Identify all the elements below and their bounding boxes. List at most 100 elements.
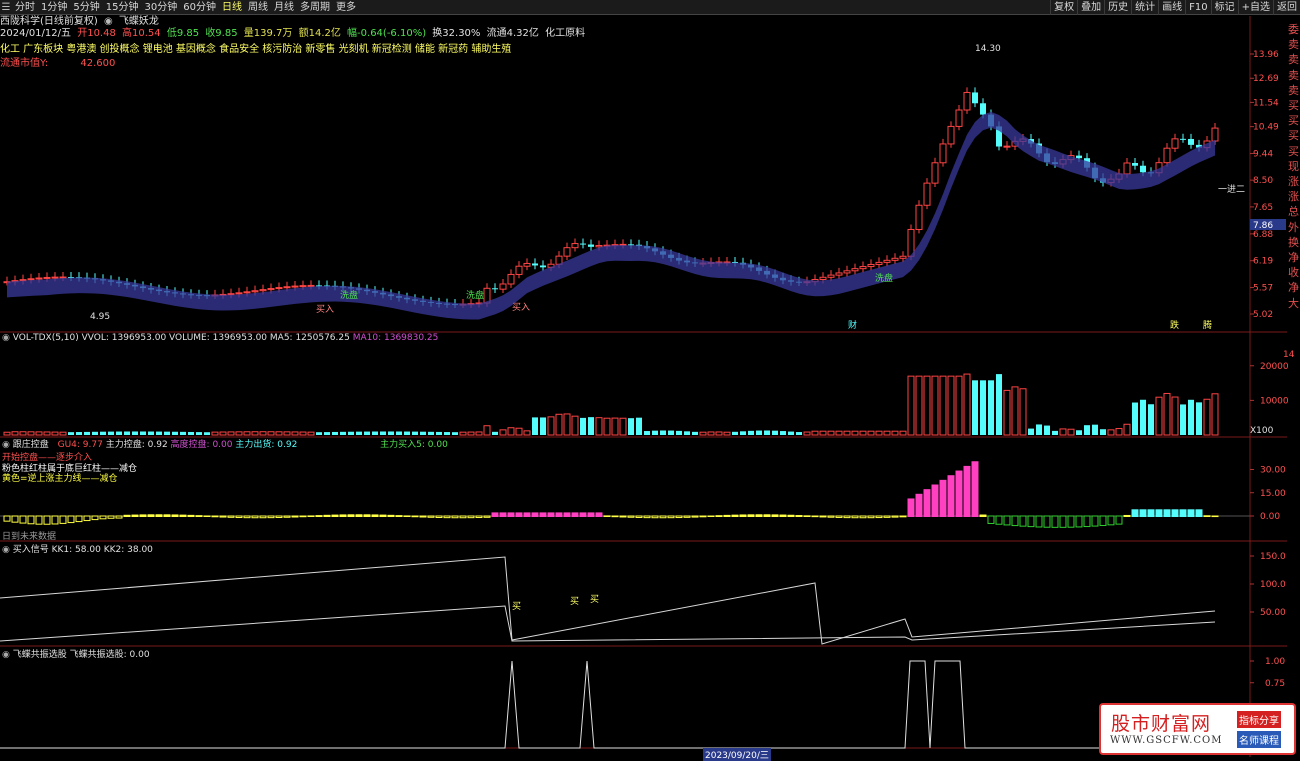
ctrl-bar <box>827 515 835 518</box>
volume-bar <box>356 431 362 435</box>
volume-bar <box>980 380 986 435</box>
candle-body <box>251 290 259 293</box>
main-y-tick-6: 7.65 <box>1253 203 1273 213</box>
ctrl-bar <box>43 515 51 525</box>
volume-bar <box>235 431 243 436</box>
buy-panel-header: ◉ 买入信号 KK1: 58.00 KK2: 38.00 <box>2 542 153 555</box>
volume-bar <box>628 418 634 435</box>
candle-body <box>947 125 955 145</box>
candle-body <box>588 244 594 247</box>
vol-panel-title[interactable]: VOL-TDX(5,10) <box>13 333 79 343</box>
buy-panel-title[interactable]: 买入信号 <box>13 545 49 555</box>
volume-bar <box>803 431 811 436</box>
volume-bar <box>1107 429 1115 436</box>
watermark-tag-1: 指标分享 <box>1237 711 1281 728</box>
main-marker-6: 跌 <box>1170 320 1179 331</box>
ctrl-bar <box>747 514 755 517</box>
fly-signal-line <box>0 660 1215 749</box>
volume-bar <box>1188 399 1194 435</box>
volume-bar <box>388 431 394 435</box>
volume-bar <box>1059 428 1067 436</box>
buy-line-kk1 <box>0 556 1216 645</box>
volume-bar <box>204 432 210 435</box>
candlesticks <box>3 87 1219 309</box>
ctrl-bar <box>27 515 35 525</box>
ctrl-bar <box>963 465 971 517</box>
candle-body <box>931 162 939 184</box>
ctrl-panel-icon[interactable]: ◉ <box>2 440 10 450</box>
ctrl-bar <box>795 515 803 518</box>
main-marker-2: 洗盘 <box>875 272 893 284</box>
ctrl-bar <box>595 512 603 518</box>
volume-bar <box>467 431 475 436</box>
vol-panel-header: ◉ VOL-TDX(5,10) VVOL: 1396953.00 VOLUME:… <box>2 333 438 343</box>
fly-panel-icon[interactable]: ◉ <box>2 650 10 660</box>
main-y-tick-2: 11.54 <box>1253 98 1279 108</box>
main-marker-8: 一进二 <box>1218 184 1245 195</box>
volume-bar <box>723 431 731 436</box>
fly-panel-title[interactable]: 飞蝶共振选股 <box>13 650 67 660</box>
ctrl-legend-3: 黄色=逆上涨主力线——减仓 <box>2 474 118 484</box>
vol-ma5: MA5: 1250576.25 <box>269 333 350 343</box>
ctrl-bar <box>147 514 155 517</box>
ctrl-bar <box>1195 509 1203 517</box>
ctrl-bar <box>459 515 467 519</box>
main-y-tick-7: 6.88 <box>1253 230 1273 240</box>
volume-bar <box>1019 388 1027 436</box>
volume-bar <box>420 431 426 435</box>
volume-bar <box>772 430 778 435</box>
ctrl-bar <box>59 515 67 524</box>
buy-panel-icon[interactable]: ◉ <box>2 545 10 555</box>
candle-body <box>59 276 67 279</box>
vol-panel-icon[interactable]: ◉ <box>2 333 10 343</box>
ctrl-panel-title[interactable]: 跟庄控盘 <box>13 440 49 450</box>
main-y-tick-10: 5.02 <box>1253 310 1273 320</box>
volume-bar <box>1123 423 1131 436</box>
volume-bar <box>372 431 378 435</box>
volume-bar <box>732 431 738 435</box>
volume-bar <box>251 431 259 436</box>
volume-bar <box>707 431 715 436</box>
candle-body <box>1132 163 1138 166</box>
candle-body <box>939 143 947 164</box>
ctrl-bar <box>35 515 43 525</box>
volume-bar <box>452 432 458 435</box>
vol-vvol: VVOL: 1396953.00 <box>81 333 167 343</box>
buy-y-tick-1: 100.0 <box>1260 580 1286 590</box>
ctrl-bar <box>691 515 699 518</box>
ctrl-bar <box>483 515 491 518</box>
selected-date[interactable]: 2023/09/20/三 <box>703 748 771 761</box>
volume-bar <box>3 431 11 436</box>
ctrl-bar <box>387 514 395 518</box>
candle-body <box>1188 138 1194 145</box>
ctrl-bar <box>355 514 363 517</box>
ctrl-bar <box>955 470 963 517</box>
ctrl-bar <box>947 475 955 518</box>
volume-bar <box>35 431 43 436</box>
volume-bar <box>835 430 843 436</box>
volume-bar <box>996 374 1002 435</box>
volume-bar <box>1211 393 1219 436</box>
ctrl-bar <box>307 515 315 517</box>
ctrl-bar <box>163 514 171 517</box>
ctrl-bar <box>1035 515 1043 528</box>
ctrl-bar <box>699 515 707 518</box>
ctrl-bar <box>731 514 739 518</box>
chart-area[interactable]: 13.96 12.69 11.54 10.49 9.44 8.50 7.65 6.88 6.19… <box>0 0 1300 757</box>
volume-bar <box>380 431 386 435</box>
candle-body <box>923 182 931 206</box>
ctrl-bar <box>283 515 291 518</box>
ctrl-bar <box>347 514 355 517</box>
volume-bar <box>636 417 642 435</box>
candle-body <box>43 276 51 279</box>
volume-bar <box>843 430 851 436</box>
ctrl-bar <box>499 512 507 518</box>
volume-bar <box>699 431 707 436</box>
candle-body <box>307 284 315 287</box>
vol-y-tick-1: 10000 <box>1260 396 1289 406</box>
ctrl-bar <box>451 515 459 519</box>
ctrl-bar <box>1203 515 1211 517</box>
volume-bar <box>92 431 98 435</box>
volume-bar <box>188 431 194 435</box>
volume-bar <box>219 431 227 436</box>
